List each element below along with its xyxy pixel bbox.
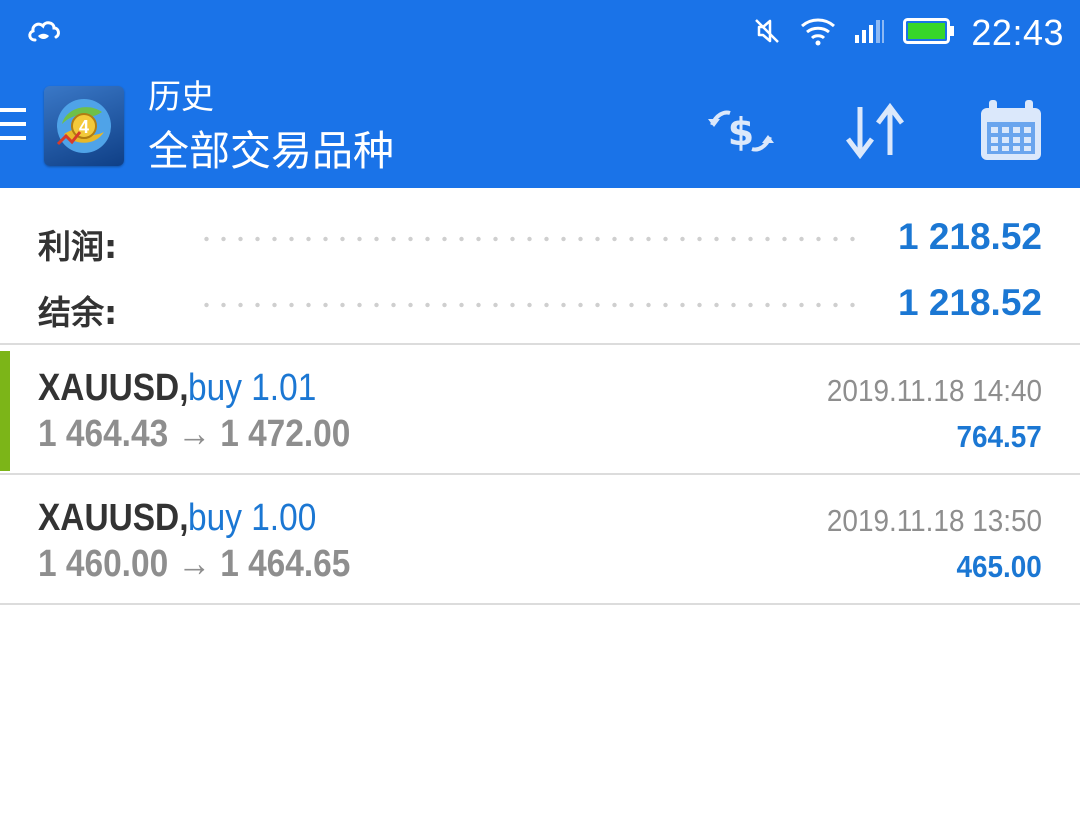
symbol-filter-label: 全部交易品种 (148, 127, 394, 175)
sort-icon (846, 102, 904, 160)
balance-value: 1 218.52 (897, 282, 1042, 323)
trade-prices: 1 460.00 → 1 464.65 (38, 543, 351, 585)
trade-side-volume: buy 1.01 (188, 367, 317, 409)
mute-icon (751, 15, 783, 51)
sort-button[interactable] (840, 96, 910, 166)
trade-profit: 764.57 (956, 419, 1042, 454)
signal-icon (853, 17, 887, 49)
dotted-leader (198, 302, 858, 308)
trade-prices: 1 464.43 → 1 472.00 (38, 413, 351, 455)
balance-label: 结余: (38, 293, 118, 332)
trade-side-volume: buy 1.00 (188, 497, 317, 539)
title-block[interactable]: 历史 全部交易品种 (148, 74, 394, 180)
battery-icon (903, 17, 955, 49)
page-title: 历史 (148, 77, 214, 116)
profit-label: 利润: (38, 227, 118, 266)
trade-row[interactable]: XAUUSD, buy 1.01 1 464.43 → 1 472.00 201… (0, 345, 1080, 475)
selected-indicator (0, 351, 10, 471)
logo-badge: 4 (79, 117, 89, 137)
trade-profit: 465.00 (956, 549, 1042, 584)
currency-exchange-button[interactable]: $ (706, 96, 776, 166)
app-bar: 4 历史 全部交易品种 $ (0, 66, 1080, 188)
status-bar: 22:43 (0, 0, 1080, 66)
svg-text:$: $ (728, 110, 754, 154)
trade-history-list: XAUUSD, buy 1.01 1 464.43 → 1 472.00 201… (0, 345, 1080, 605)
trade-symbol: XAUUSD, (38, 497, 189, 539)
balance-row: 结余: 1 218.52 (0, 280, 1080, 346)
currency-exchange-icon: $ (708, 110, 774, 154)
cloud-icon (26, 16, 62, 48)
clock: 22:43 (971, 12, 1064, 53)
calendar-button[interactable] (976, 96, 1046, 166)
app-logo-icon[interactable]: 4 (44, 86, 124, 166)
calendar-icon (981, 100, 1041, 160)
wifi-icon (799, 16, 837, 50)
profit-row: 利润: 1 218.52 (0, 214, 1080, 280)
trade-time: 2019.11.18 14:40 (826, 373, 1042, 408)
profit-value: 1 218.52 (897, 216, 1042, 257)
trade-row[interactable]: XAUUSD, buy 1.00 1 460.00 → 1 464.65 201… (0, 475, 1080, 605)
dotted-leader (198, 236, 858, 242)
menu-icon[interactable] (0, 106, 30, 146)
summary-panel: 利润: 1 218.52 结余: 1 218.52 (0, 188, 1080, 345)
trade-symbol: XAUUSD, (38, 367, 189, 409)
trade-time: 2019.11.18 13:50 (826, 503, 1042, 538)
